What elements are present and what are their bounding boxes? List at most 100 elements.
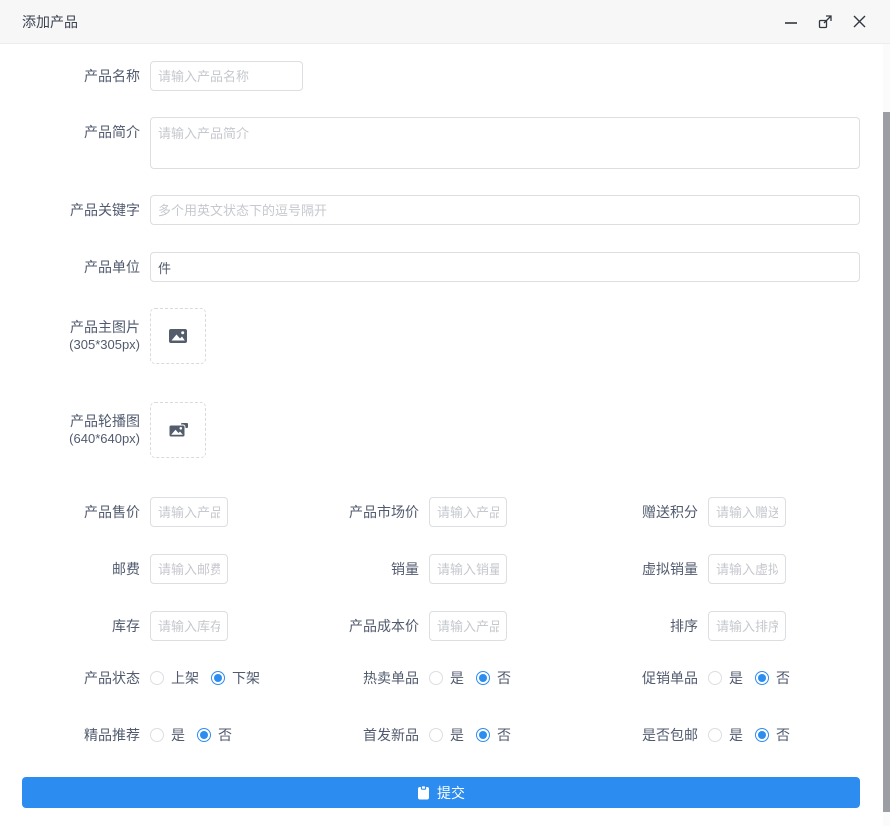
radio-checked-icon (476, 728, 490, 742)
main-image-dims: (305*305px) (22, 336, 140, 353)
sales-input[interactable] (429, 554, 507, 584)
radio-hot-yes[interactable]: 是 (429, 668, 464, 688)
featured-label: 精品推荐 (22, 727, 140, 744)
gift-points-input[interactable] (708, 497, 786, 527)
radio-icon (429, 728, 443, 742)
radio-status-off[interactable]: 下架 (211, 668, 260, 688)
radio-shipping-no[interactable]: 否 (755, 725, 790, 745)
postage-label: 邮费 (22, 561, 140, 578)
radio-status-on[interactable]: 上架 (150, 668, 199, 688)
radio-label: 是 (171, 725, 185, 745)
sales-label: 销量 (301, 561, 419, 578)
maximize-button[interactable] (814, 11, 836, 33)
market-price-input[interactable] (429, 497, 507, 527)
stock-input[interactable] (150, 611, 228, 641)
radio-icon (150, 671, 164, 685)
radio-hot-no[interactable]: 否 (476, 668, 511, 688)
market-price-label: 产品市场价 (301, 504, 419, 521)
close-button[interactable] (848, 11, 870, 33)
radio-label: 否 (776, 725, 790, 745)
new-release-group: 首发新品 是 否 (301, 725, 580, 745)
product-unit-input[interactable] (150, 252, 860, 282)
sort-input[interactable] (708, 611, 786, 641)
promo-item-label: 促销单品 (580, 670, 698, 687)
sort-field: 排序 (580, 611, 859, 641)
radio-label: 是 (450, 668, 464, 688)
add-product-window: 添加产品 产品名称 产品简介 (0, 0, 890, 826)
product-intro-row: 产品简介 (22, 117, 860, 169)
cost-price-label: 产品成本价 (301, 618, 419, 635)
radio-new-yes[interactable]: 是 (429, 725, 464, 745)
radio-label: 否 (218, 725, 232, 745)
radio-featured-no[interactable]: 否 (197, 725, 232, 745)
submit-label: 提交 (437, 783, 465, 803)
gift-points-field: 赠送积分 (580, 497, 859, 527)
radio-label: 是 (450, 725, 464, 745)
product-intro-textarea[interactable] (150, 117, 860, 169)
product-name-row: 产品名称 (22, 61, 860, 91)
status-radio-row: 产品状态 上架 下架 热卖单品 是 否 (22, 668, 860, 688)
product-unit-label: 产品单位 (22, 259, 140, 276)
postage-field: 邮费 (22, 554, 301, 584)
carousel-image-dims: (640*640px) (22, 430, 140, 447)
cost-price-input[interactable] (429, 611, 507, 641)
stock-label: 库存 (22, 618, 140, 635)
product-keywords-row: 产品关键字 (22, 195, 860, 225)
product-status-group: 产品状态 上架 下架 (22, 668, 301, 688)
window-title: 添加产品 (22, 12, 78, 32)
image-icon (167, 325, 189, 347)
radio-icon (150, 728, 164, 742)
product-intro-label: 产品简介 (22, 124, 140, 141)
vertical-scrollbar[interactable] (883, 44, 890, 826)
radio-icon (708, 728, 722, 742)
virtual-sales-label: 虚拟销量 (580, 561, 698, 578)
product-name-input[interactable] (150, 61, 303, 91)
main-image-label: 产品主图片 (305*305px) (22, 319, 140, 353)
radio-icon (429, 671, 443, 685)
sell-price-field: 产品售价 (22, 497, 301, 527)
sell-price-label: 产品售价 (22, 504, 140, 521)
radio-label: 是 (729, 725, 743, 745)
titlebar: 添加产品 (0, 0, 890, 44)
radio-featured-yes[interactable]: 是 (150, 725, 185, 745)
radio-checked-icon (211, 671, 225, 685)
submit-button[interactable]: 提交 (22, 777, 860, 808)
radio-label: 是 (729, 668, 743, 688)
virtual-sales-field: 虚拟销量 (580, 554, 859, 584)
radio-new-no[interactable]: 否 (476, 725, 511, 745)
free-shipping-label: 是否包邮 (580, 727, 698, 744)
product-unit-row: 产品单位 (22, 252, 860, 282)
sort-label: 排序 (580, 618, 698, 635)
radio-icon (708, 671, 722, 685)
free-shipping-group: 是否包邮 是 否 (580, 725, 859, 745)
promo-item-group: 促销单品 是 否 (580, 668, 859, 688)
carousel-image-upload[interactable] (150, 402, 206, 458)
radio-shipping-yes[interactable]: 是 (708, 725, 743, 745)
main-image-row: 产品主图片 (305*305px) (22, 308, 860, 364)
radio-checked-icon (476, 671, 490, 685)
price-row: 产品售价 产品市场价 赠送积分 (22, 497, 860, 527)
postage-row: 邮费 销量 虚拟销量 (22, 554, 860, 584)
postage-input[interactable] (150, 554, 228, 584)
sell-price-input[interactable] (150, 497, 228, 527)
minimize-button[interactable] (780, 11, 802, 33)
product-keywords-input[interactable] (150, 195, 860, 225)
featured-group: 精品推荐 是 否 (22, 725, 301, 745)
scrollbar-thumb[interactable] (883, 112, 890, 812)
hot-item-group: 热卖单品 是 否 (301, 668, 580, 688)
minimize-icon (784, 15, 798, 29)
radio-label: 否 (497, 668, 511, 688)
main-image-upload[interactable] (150, 308, 206, 364)
featured-radio-row: 精品推荐 是 否 首发新品 是 否 (22, 725, 860, 745)
clipboard-icon (417, 785, 430, 800)
sales-field: 销量 (301, 554, 580, 584)
product-status-label: 产品状态 (22, 670, 140, 687)
stock-field: 库存 (22, 611, 301, 641)
maximize-icon (818, 14, 833, 29)
radio-promo-yes[interactable]: 是 (708, 668, 743, 688)
radio-checked-icon (755, 728, 769, 742)
carousel-image-label: 产品轮播图 (640*640px) (22, 413, 140, 447)
radio-label: 上架 (171, 668, 199, 688)
radio-promo-no[interactable]: 否 (755, 668, 790, 688)
virtual-sales-input[interactable] (708, 554, 786, 584)
